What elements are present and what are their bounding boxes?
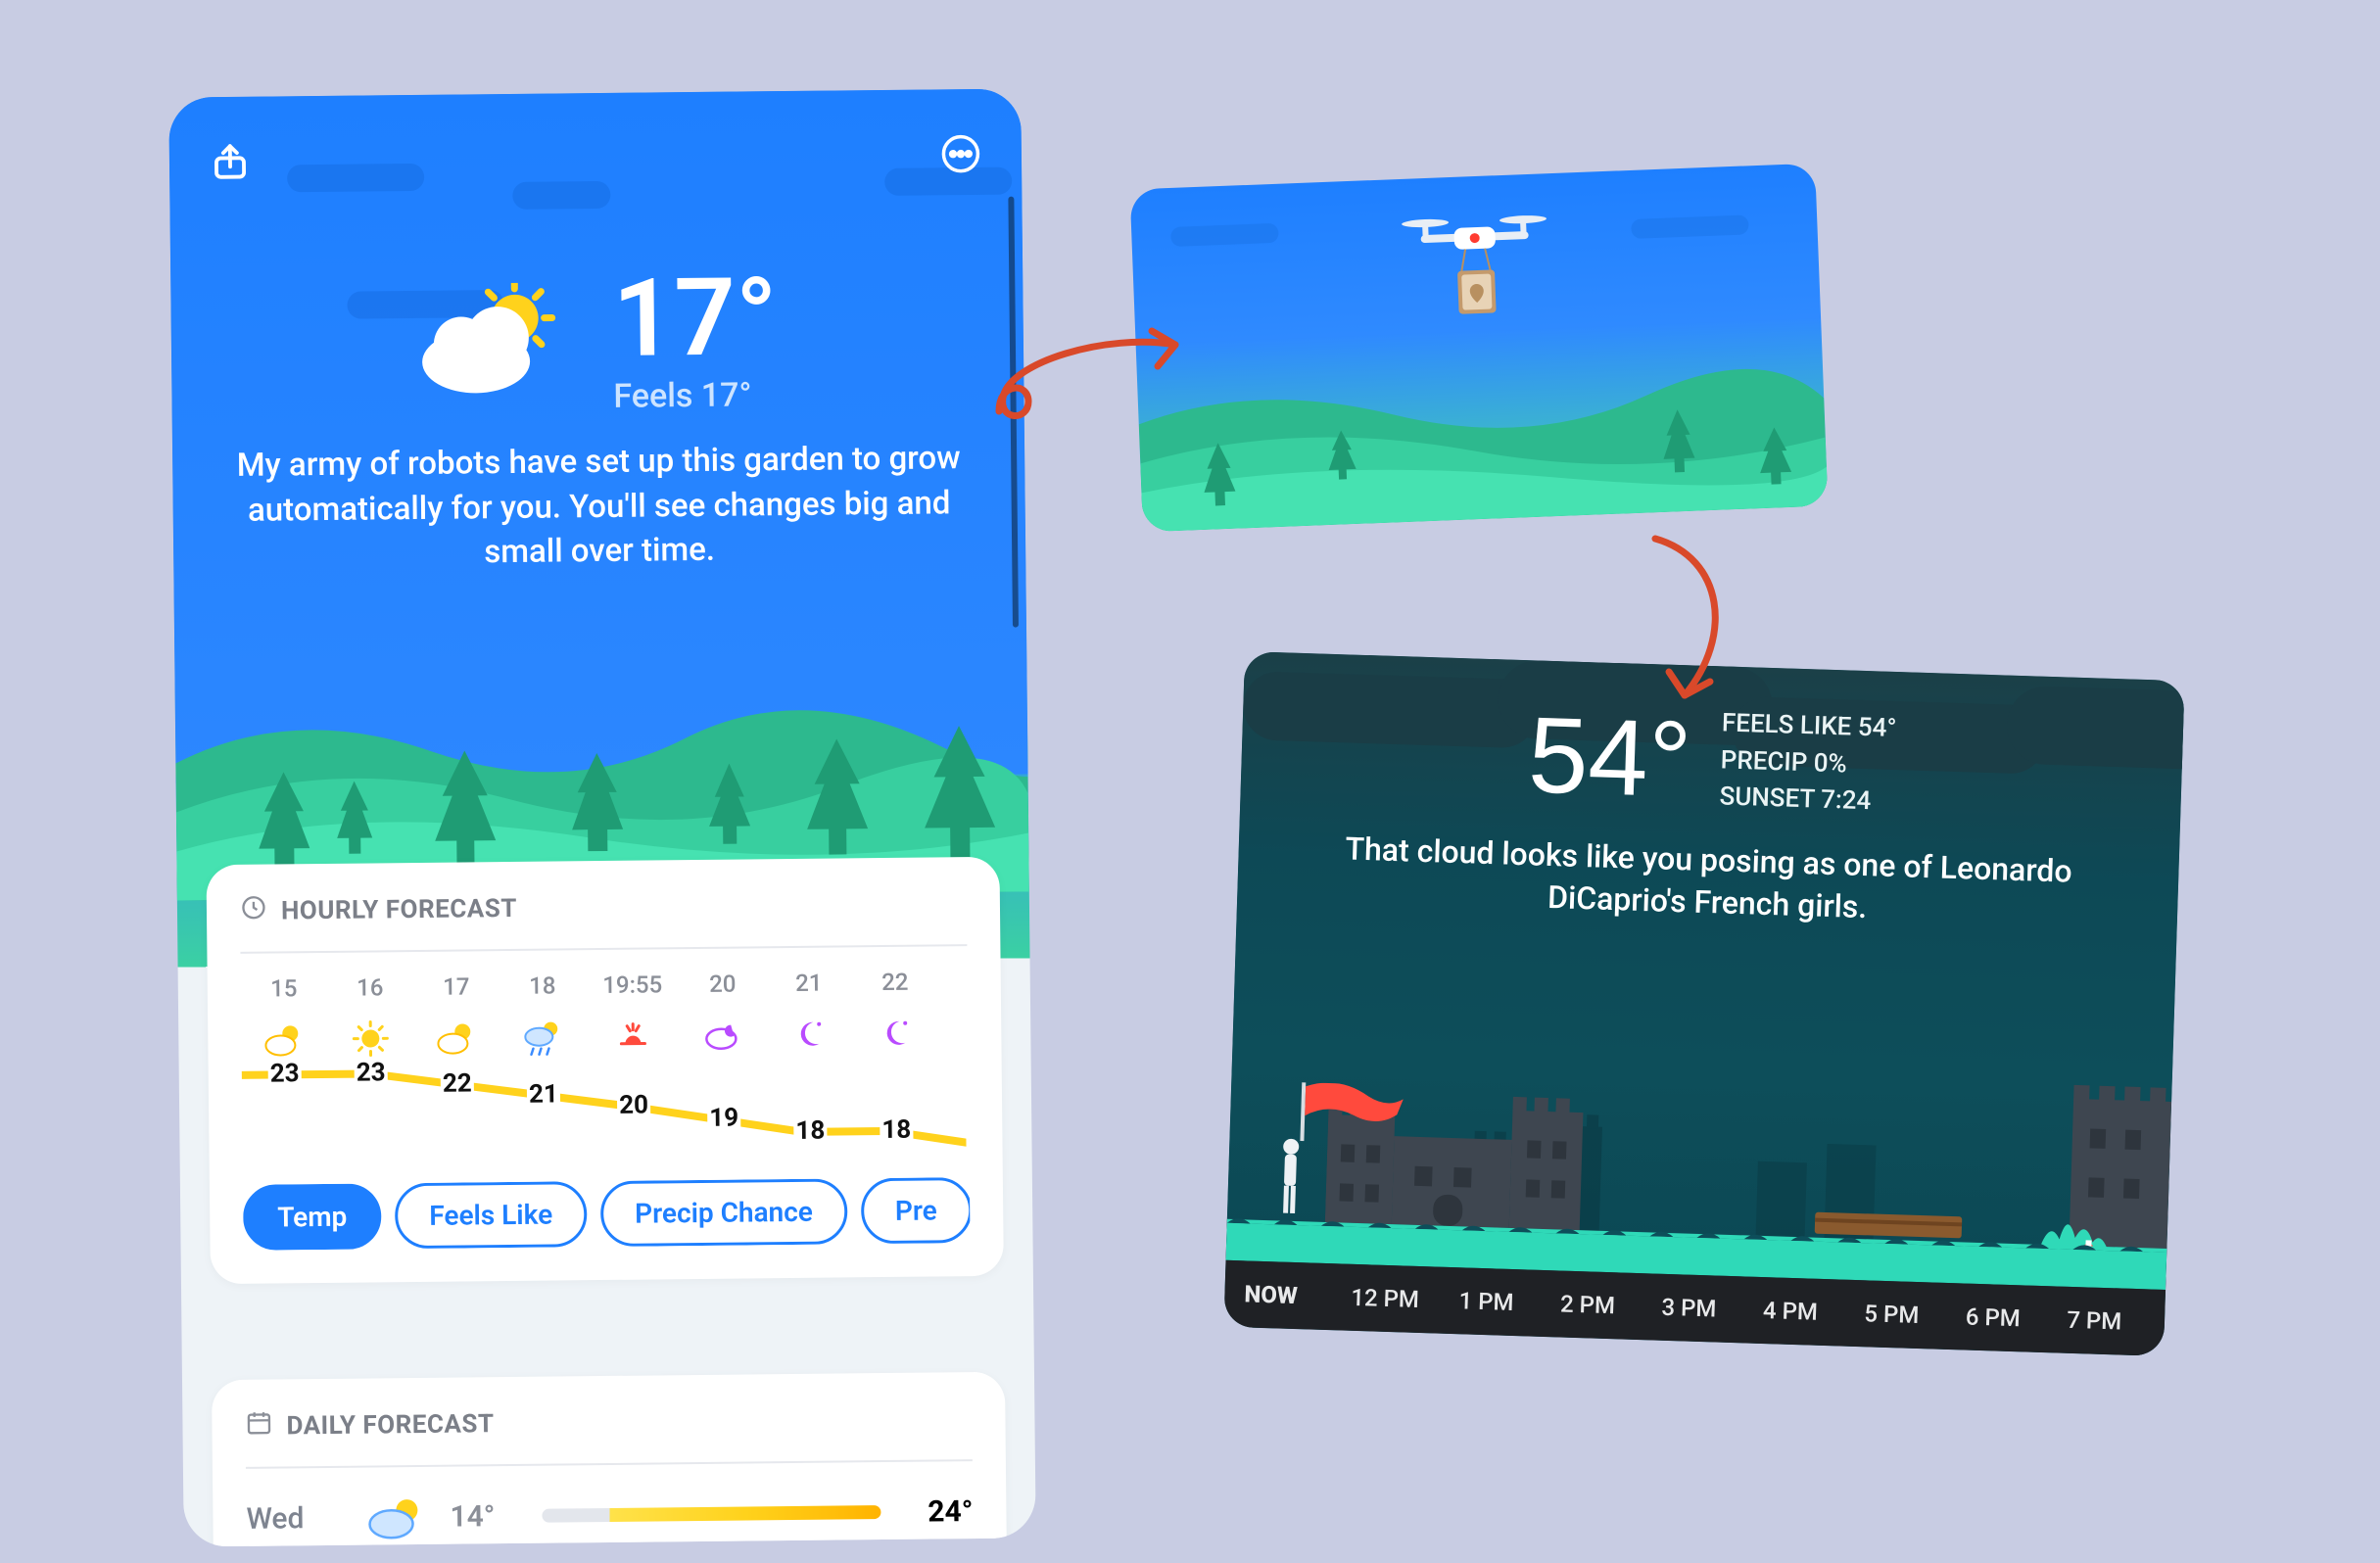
timeline-item[interactable]: 1 PM — [1435, 1287, 1537, 1317]
hour-temp: 20 — [617, 1091, 650, 1120]
hour-temp: 22 — [441, 1068, 474, 1098]
clock-icon — [240, 894, 267, 928]
widget-stats: FEELS LIKE 54° PRECIP 0% SUNSET 7:24 — [1719, 705, 1897, 822]
current-temp: 17° — [612, 263, 778, 373]
night-clear-icon — [789, 1015, 829, 1054]
hour-column: 18 21 — [500, 971, 588, 1155]
share-button[interactable] — [203, 136, 259, 192]
hour-temp: 21 — [527, 1079, 560, 1109]
hourly-scroll[interactable]: 15 23 16 23 17 22 18 21 19:55 — [240, 944, 969, 1158]
hour-temp: 23 — [268, 1059, 302, 1088]
rain-sun-icon — [523, 1017, 562, 1056]
more-icon — [940, 133, 981, 178]
daily-high: 24° — [904, 1494, 973, 1530]
partly-sunny-icon — [367, 1492, 427, 1542]
hourly-forecast-card: HOURLY FORECAST 15 23 16 23 17 22 — [206, 857, 1003, 1284]
more-button[interactable] — [933, 128, 989, 184]
chip-feels-like[interactable]: Feels Like — [395, 1181, 588, 1249]
hour-column: 20 19 — [680, 970, 768, 1153]
night-clear-icon — [962, 1013, 969, 1052]
widget-feels: FEELS LIKE 54° — [1721, 705, 1897, 747]
hour-temp: 18 — [880, 1115, 913, 1145]
garden-drone-card — [1130, 164, 1829, 533]
chip-temp[interactable]: Temp — [243, 1183, 382, 1250]
calendar-icon — [245, 1409, 272, 1444]
hour-label: 16 — [327, 973, 413, 1002]
chip-precip-chance[interactable]: Precip Chance — [600, 1178, 847, 1247]
hour-label: 21 — [766, 969, 852, 997]
partly-sunny-icon — [437, 1018, 476, 1057]
widget-temp: 54° — [1527, 701, 1693, 814]
daily-day-label: Wed — [246, 1500, 344, 1536]
feels-like-label: Feels 17° — [613, 375, 779, 416]
hour-temp: 18 — [793, 1116, 827, 1146]
timeline-item[interactable]: 4 PM — [1739, 1296, 1841, 1326]
hour-label: 15 — [241, 974, 327, 1003]
widget-sunset: SUNSET 7:24 — [1719, 780, 1895, 822]
weather-app-screen: 17° Feels 17° My army of robots have set… — [168, 88, 1035, 1546]
top-toolbar — [203, 128, 989, 195]
night-clear-icon — [876, 1014, 915, 1053]
partly-sunny-icon — [416, 282, 574, 402]
hour-label: 19:55 — [586, 971, 680, 999]
person-icon — [1274, 1136, 1307, 1219]
weather-widget-card: 54° FEELS LIKE 54° PRECIP 0% SUNSET 7:24… — [1223, 651, 2184, 1356]
hour-temp: 23 — [355, 1058, 388, 1087]
partly-sunny-icon — [264, 1019, 304, 1059]
hour-label: 22 — [852, 968, 938, 996]
timeline-item[interactable]: 6 PM — [1942, 1302, 2044, 1333]
daily-temp-bar — [542, 1505, 881, 1523]
hour-label: 17 — [413, 972, 500, 1001]
timeline-item[interactable]: 12 PM — [1334, 1283, 1436, 1313]
hour-column: 15 23 — [241, 974, 329, 1158]
chip-truncated[interactable]: Pre — [861, 1177, 971, 1244]
hour-label: 23 — [938, 967, 970, 995]
metric-chips: Temp Feels Like Precip Chance Pre — [243, 1177, 971, 1251]
flag-icon — [1298, 1082, 1407, 1148]
daily-row[interactable]: Wed 14° 24° — [246, 1459, 974, 1543]
sunny-icon — [351, 1018, 390, 1058]
hour-temp: 17 — [966, 1128, 969, 1158]
hills-illustration — [1136, 330, 1828, 533]
daily-forecast-card: DAILY FORECAST Wed 14° 24° — [212, 1372, 1007, 1547]
sunset-icon — [613, 1016, 652, 1055]
castle-scene — [1226, 1035, 2173, 1290]
hour-column: 17 22 — [413, 972, 501, 1156]
hour-column: 19:55 20 — [586, 971, 682, 1154]
hourly-forecast-title: HOURLY FORECAST — [281, 893, 517, 925]
timeline-item[interactable]: 7 PM — [2043, 1305, 2145, 1336]
widget-precip: PRECIP 0% — [1720, 742, 1896, 784]
hour-column: 22 18 — [852, 968, 940, 1151]
daily-forecast-title: DAILY FORECAST — [286, 1409, 494, 1441]
night-cloud-icon — [703, 1016, 742, 1055]
daily-low: 14° — [450, 1498, 518, 1534]
hour-column: 23 17 — [938, 967, 970, 1150]
drone-icon — [1400, 203, 1551, 340]
timeline-item[interactable]: 2 PM — [1537, 1290, 1639, 1320]
widget-summary: 54° FEELS LIKE 54° PRECIP 0% SUNSET 7:24… — [1237, 690, 2184, 938]
hour-column: 16 23 — [327, 973, 415, 1157]
timeline-item[interactable]: 5 PM — [1840, 1300, 1942, 1330]
share-icon — [210, 141, 251, 186]
hour-label: 20 — [680, 970, 766, 998]
current-conditions: 17° Feels 17° My army of robots have set… — [170, 260, 1025, 578]
hour-column: 21 18 — [766, 969, 854, 1152]
timeline-item[interactable]: NOW — [1244, 1280, 1335, 1310]
carrot-message: My army of robots have set up this garde… — [235, 436, 963, 577]
hour-label: 18 — [500, 971, 586, 1000]
hour-temp: 19 — [707, 1104, 740, 1133]
timeline-item[interactable]: 3 PM — [1638, 1293, 1739, 1323]
